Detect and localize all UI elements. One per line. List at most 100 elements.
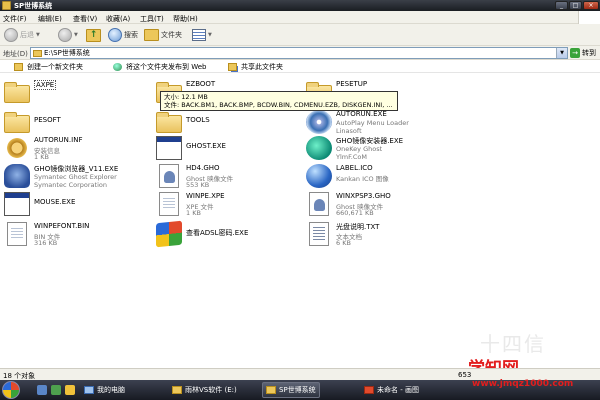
tooltip-files: 文件: BACK.BM1, BACK.BMP, BCDW.BIN, CDMENU…: [164, 101, 393, 109]
up-folder-button[interactable]: ↑: [86, 27, 101, 43]
file-item[interactable]: GHO镜像浏览器_V11.EXE Symantec Ghost Explorer…: [0, 162, 145, 192]
menu-file[interactable]: 文件(F): [3, 14, 27, 24]
ghost-explorer-icon: [4, 164, 30, 188]
folder-icon: [172, 386, 182, 394]
file-item[interactable]: HD4.GHO Ghost 映像文件 553 KB: [152, 162, 297, 192]
taskbar-item-label: 我的电脑: [97, 386, 125, 394]
address-bar: 地址(D) E:\SP世博系统 ▼ → 转到: [0, 46, 600, 60]
taskbar-item-drive[interactable]: 雨林VS软件 (E:): [168, 382, 241, 398]
file-name: WINXPSP3.GHO: [336, 192, 391, 200]
taskbar-item-label: 未命名 - 画图: [377, 386, 419, 394]
windows-logo-icon: [156, 220, 182, 248]
taskbar-item-sp-system[interactable]: SP世博系统: [262, 382, 320, 398]
globe-icon: [306, 164, 332, 188]
file-item[interactable]: WINPEFONT.BIN BIN 文件 316 KB: [0, 220, 145, 250]
file-item[interactable]: AXPE: [0, 78, 145, 108]
publish-web-link[interactable]: 将这个文件夹发布到 Web: [113, 62, 207, 72]
toolbar: 后退 ▼ ▼ ↑ 搜索 文件夹 ▼: [0, 24, 600, 46]
minimize-button[interactable]: _: [555, 1, 568, 10]
new-folder-link[interactable]: 创建一个新文件夹: [14, 62, 83, 72]
menu-favorites[interactable]: 收藏(A): [106, 14, 130, 24]
folder-icon: [2, 1, 11, 10]
file-size: 660,671 KB: [336, 209, 374, 217]
file-name: TOOLS: [186, 116, 210, 124]
file-name: WINPEFONT.BIN: [34, 222, 90, 230]
file-name: MOUSE.EXE: [34, 198, 76, 206]
quicklaunch-icon[interactable]: [65, 385, 75, 395]
file-item[interactable]: GHO镜像安装器.EXE OneKey Ghost YlmF.CoM: [302, 134, 447, 164]
title-bar[interactable]: SP世博系统 _ □ ×: [0, 0, 600, 11]
folders-icon: [144, 29, 159, 41]
back-arrow-icon: [4, 28, 18, 42]
views-icon: [192, 29, 206, 41]
file-description: AutoPlay Menu Loader: [336, 119, 409, 127]
menu-view[interactable]: 查看(V): [73, 14, 97, 24]
menu-tools[interactable]: 工具(T): [140, 14, 164, 24]
file-size: 1 KB: [34, 153, 49, 161]
address-label: 地址(D): [3, 50, 28, 58]
share-folder-icon: [228, 63, 237, 71]
watermark-faint: 十四信: [480, 332, 546, 356]
watermark-url: www.jmqz1000.com: [472, 379, 574, 389]
file-description: Symantec Ghost Explorer: [34, 173, 117, 181]
file-item[interactable]: 查看ADSL密码.EXE: [152, 220, 297, 250]
folders-button[interactable]: 文件夹: [144, 27, 182, 43]
file-company: YlmF.CoM: [336, 153, 367, 161]
quicklaunch-icon[interactable]: [51, 385, 61, 395]
close-button[interactable]: ×: [583, 1, 599, 10]
file-item[interactable]: AUTORUN.INF 安装信息 1 KB: [0, 134, 145, 164]
back-label: 后退: [20, 31, 34, 39]
folder-icon: [4, 82, 30, 103]
file-item[interactable]: MOUSE.EXE: [0, 190, 145, 220]
go-button[interactable]: → 转到: [570, 48, 596, 58]
quicklaunch-icon[interactable]: [37, 385, 47, 395]
back-button[interactable]: 后退 ▼: [4, 27, 40, 43]
forward-button[interactable]: ▼: [58, 27, 78, 43]
file-name: AUTORUN.EXE: [336, 110, 387, 118]
share-folder-link[interactable]: 共享此文件夹: [228, 62, 283, 72]
taskbar-item-label: SP世博系统: [279, 386, 316, 394]
web-publish-icon: [113, 63, 122, 71]
file-item[interactable]: WINPE.XPE XPE 文件 1 KB: [152, 190, 297, 220]
file-name: WINPE.XPE: [186, 192, 225, 200]
file-name: PESETUP: [336, 80, 368, 88]
share-folder-label: 共享此文件夹: [241, 63, 283, 71]
file-size: 553 KB: [186, 181, 210, 189]
folder-icon: [266, 386, 276, 394]
taskbar-item-paint[interactable]: 未命名 - 画图: [360, 382, 423, 398]
views-button[interactable]: ▼: [192, 27, 212, 43]
taskbar-item-my-computer[interactable]: 我的电脑: [80, 382, 129, 398]
go-arrow-icon: →: [570, 48, 580, 58]
chevron-down-icon: ▼: [36, 32, 40, 38]
address-input[interactable]: E:\SP世博系统 ▼: [30, 47, 568, 59]
file-name: AXPE: [34, 80, 57, 90]
menu-edit[interactable]: 编辑(E): [38, 14, 62, 24]
file-item[interactable]: 光盘说明.TXT 文本文档 6 KB: [302, 220, 447, 250]
folder-tasks-bar: 创建一个新文件夹 将这个文件夹发布到 Web 共享此文件夹: [0, 60, 600, 73]
status-value: 653: [458, 371, 472, 379]
file-description: OneKey Ghost: [336, 145, 383, 153]
taskbar-item-label: 雨林VS软件 (E:): [185, 386, 237, 394]
new-folder-label: 创建一个新文件夹: [27, 63, 83, 71]
maximize-button[interactable]: □: [569, 1, 582, 10]
address-path: E:\SP世博系统: [44, 49, 90, 57]
file-list[interactable]: AXPE EZBOOT PESETUP PESOFT TOOLS AUTORUN…: [0, 74, 600, 368]
chevron-down-icon[interactable]: ▼: [556, 48, 567, 58]
file-item[interactable]: GHOST.EXE: [152, 134, 297, 164]
chevron-down-icon: ▼: [74, 32, 78, 38]
file-item[interactable]: LABEL.ICO Kankan ICO 图像: [302, 162, 447, 192]
new-folder-icon: [14, 63, 23, 71]
menu-bar: 文件(F) 编辑(E) 查看(V) 收藏(A) 工具(T) 帮助(H): [0, 11, 600, 24]
tooltip-size: 大小: 12.1 MB: [164, 93, 208, 101]
menu-help[interactable]: 帮助(H): [173, 14, 198, 24]
start-button[interactable]: [2, 381, 20, 399]
paint-icon: [364, 386, 374, 394]
file-type: Kankan ICO 图像: [336, 175, 389, 183]
document-icon: [159, 192, 179, 216]
ghost-image-icon: [309, 192, 329, 216]
file-item[interactable]: WINXPSP3.GHO Ghost 映像文件 660,671 KB: [302, 190, 447, 220]
folder-icon: [156, 112, 182, 133]
file-size: 6 KB: [336, 239, 351, 247]
publish-web-label: 将这个文件夹发布到 Web: [126, 63, 207, 71]
search-button[interactable]: 搜索: [108, 27, 138, 43]
